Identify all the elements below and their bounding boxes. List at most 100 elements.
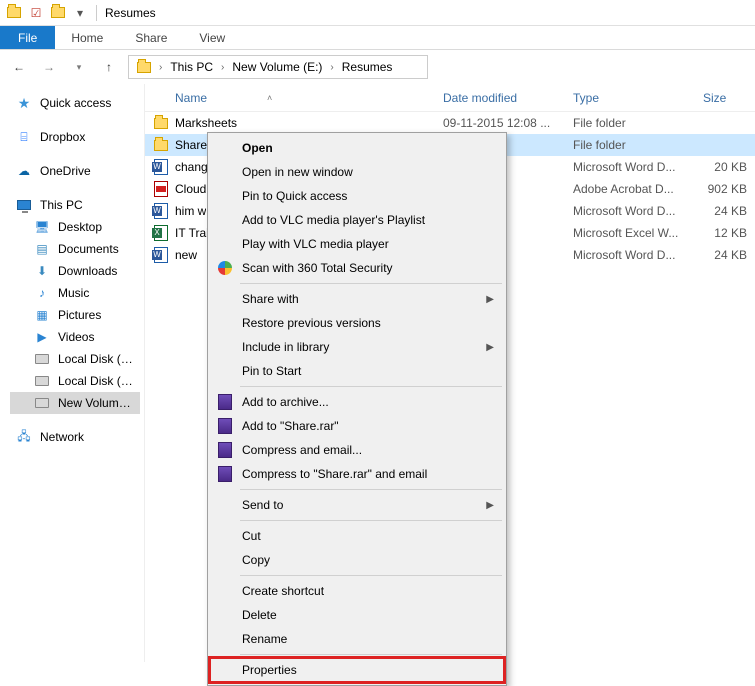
ctx-pin-start[interactable]: Pin to Start (210, 359, 504, 383)
pictures-icon: ▦ (34, 307, 50, 323)
sidebar-label: Documents (58, 242, 136, 256)
file-size: 24 KB (695, 248, 755, 262)
submenu-arrow-icon: ▶ (486, 500, 494, 511)
sidebar-desktop[interactable]: 🖥 Desktop (10, 216, 140, 238)
column-size[interactable]: Size (695, 91, 755, 105)
ctx-vlc-play[interactable]: Play with VLC media player (210, 232, 504, 256)
archive-icon (216, 417, 234, 435)
qat-dropdown-icon[interactable]: ▾ (70, 3, 90, 23)
sidebar-quick-access[interactable]: ★ Quick access (10, 92, 140, 114)
word-icon (153, 203, 169, 219)
ctx-rename[interactable]: Rename (210, 627, 504, 651)
sidebar-local-disk-c[interactable]: Local Disk (C:) (10, 348, 140, 370)
file-type: Microsoft Word D... (565, 160, 695, 174)
word-icon (153, 247, 169, 263)
ctx-vlc-playlist[interactable]: Add to VLC media player's Playlist (210, 208, 504, 232)
chevron-right-icon[interactable]: › (157, 62, 164, 73)
videos-icon: ▶ (34, 329, 50, 345)
ctx-delete[interactable]: Delete (210, 603, 504, 627)
ctx-add-archive[interactable]: Add to archive... (210, 390, 504, 414)
tab-home[interactable]: Home (55, 26, 119, 49)
sidebar-network[interactable]: 🖧 Network (10, 426, 140, 448)
nav-recent-dropdown[interactable]: ▾ (68, 56, 90, 78)
sidebar-downloads[interactable]: ⬇ Downloads (10, 260, 140, 282)
ctx-open-new-window[interactable]: Open in new window (210, 160, 504, 184)
desktop-icon: 🖥 (34, 219, 50, 235)
file-name: Share (175, 138, 207, 152)
column-date[interactable]: Date modified (435, 91, 565, 105)
ctx-add-share-rar[interactable]: Add to "Share.rar" (210, 414, 504, 438)
ctx-copy[interactable]: Copy (210, 548, 504, 572)
sidebar-label: Pictures (58, 308, 136, 322)
tab-file[interactable]: File (0, 26, 55, 49)
ctx-share-with[interactable]: Share with▶ (210, 287, 504, 311)
chevron-right-icon[interactable]: › (219, 62, 226, 73)
breadcrumb-item[interactable]: This PC (166, 60, 217, 74)
folder-icon (4, 3, 24, 23)
file-type: Microsoft Word D... (565, 204, 695, 218)
nav-back-button[interactable]: ← (8, 56, 30, 78)
sidebar-onedrive[interactable]: ☁ OneDrive (10, 160, 140, 182)
column-name[interactable]: Name˄ (145, 91, 435, 105)
sidebar-label: Local Disk (D:) (58, 374, 136, 388)
file-size: 24 KB (695, 204, 755, 218)
qat-new-folder-icon[interactable] (48, 3, 68, 23)
separator (240, 654, 502, 655)
submenu-arrow-icon: ▶ (486, 294, 494, 305)
breadcrumb-item[interactable]: New Volume (E:) (228, 60, 326, 74)
file-size: 12 KB (695, 226, 755, 240)
sidebar-local-disk-d[interactable]: Local Disk (D:) (10, 370, 140, 392)
separator (96, 5, 97, 21)
ctx-restore-previous[interactable]: Restore previous versions (210, 311, 504, 335)
file-type: Microsoft Excel W... (565, 226, 695, 240)
column-headers: Name˄ Date modified Type Size (145, 84, 755, 112)
chevron-right-icon[interactable]: › (328, 62, 335, 73)
nav-forward-button[interactable]: → (38, 56, 60, 78)
navbar: ← → ▾ ↑ › This PC › New Volume (E:) › Re… (0, 50, 755, 84)
sidebar-label: New Volume (E:) (58, 396, 136, 410)
sidebar-this-pc[interactable]: This PC (10, 194, 140, 216)
submenu-arrow-icon: ▶ (486, 342, 494, 353)
separator (240, 283, 502, 284)
ctx-compress-email[interactable]: Compress and email... (210, 438, 504, 462)
folder-icon (153, 115, 169, 131)
tab-share[interactable]: Share (119, 26, 183, 49)
ctx-open[interactable]: Open (210, 136, 504, 160)
breadcrumb-root-icon[interactable] (133, 62, 155, 73)
sidebar-documents[interactable]: ▤ Documents (10, 238, 140, 260)
disk-icon (34, 395, 50, 411)
file-row[interactable]: Marksheets09-11-2015 12:08 ...File folde… (145, 112, 755, 134)
separator (240, 386, 502, 387)
file-type: Adobe Acrobat D... (565, 182, 695, 196)
ctx-create-shortcut[interactable]: Create shortcut (210, 579, 504, 603)
disk-icon (34, 373, 50, 389)
sidebar-pictures[interactable]: ▦ Pictures (10, 304, 140, 326)
ctx-cut[interactable]: Cut (210, 524, 504, 548)
sidebar-label: Videos (58, 330, 136, 344)
tab-view[interactable]: View (183, 26, 241, 49)
file-type: Microsoft Word D... (565, 248, 695, 262)
ribbon-tabs: File Home Share View (0, 26, 755, 50)
ctx-scan-360[interactable]: Scan with 360 Total Security (210, 256, 504, 280)
pdf-icon (153, 181, 169, 197)
ctx-pin-quick-access[interactable]: Pin to Quick access (210, 184, 504, 208)
sidebar-new-volume-e[interactable]: New Volume (E:) (10, 392, 140, 414)
file-name: IT Trai (175, 226, 209, 240)
documents-icon: ▤ (34, 241, 50, 257)
qat-properties-icon[interactable]: ☑ (26, 3, 46, 23)
disk-icon (34, 351, 50, 367)
ctx-include-library[interactable]: Include in library▶ (210, 335, 504, 359)
ctx-compress-share-email[interactable]: Compress to "Share.rar" and email (210, 462, 504, 486)
file-type: File folder (565, 116, 695, 130)
nav-up-button[interactable]: ↑ (98, 56, 120, 78)
address-bar[interactable]: › This PC › New Volume (E:) › Resumes (128, 55, 428, 79)
file-type: File folder (565, 138, 695, 152)
sidebar-music[interactable]: ♪ Music (10, 282, 140, 304)
ctx-send-to[interactable]: Send to▶ (210, 493, 504, 517)
column-type[interactable]: Type (565, 91, 695, 105)
breadcrumb-item[interactable]: Resumes (338, 60, 397, 74)
sidebar-videos[interactable]: ▶ Videos (10, 326, 140, 348)
sidebar-dropbox[interactable]: ⌸ Dropbox (10, 126, 140, 148)
sidebar-label: Local Disk (C:) (58, 352, 136, 366)
sidebar-label: Quick access (40, 96, 136, 110)
